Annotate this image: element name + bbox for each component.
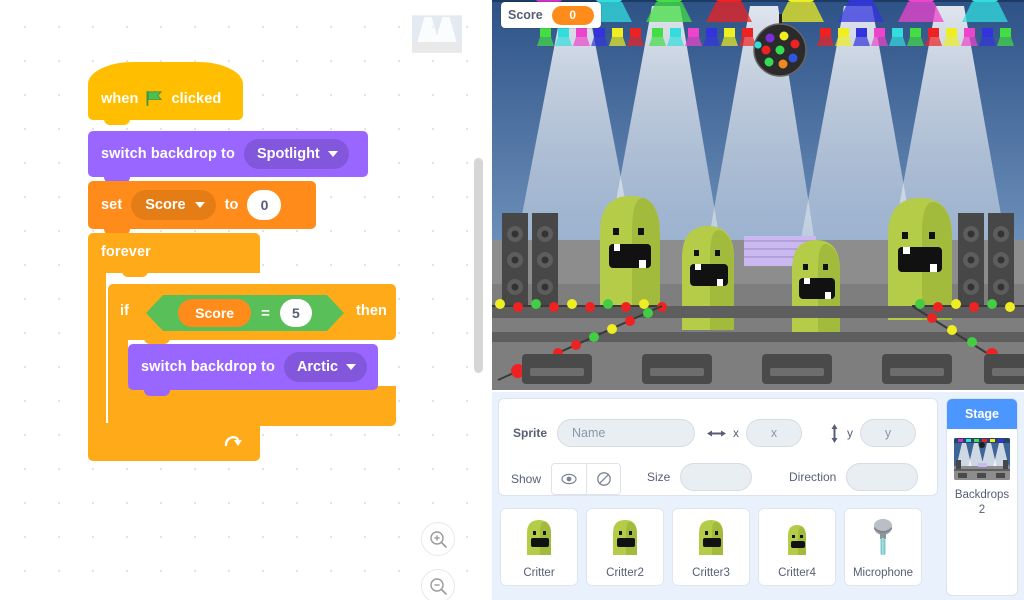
sprite-tile-name: Critter4 — [778, 567, 816, 579]
sprite-name-row: Sprite Name — [513, 419, 696, 447]
sprite-tile-critter3[interactable]: Critter3 — [672, 508, 750, 586]
scratch-editor: when clicked switch backdrop to Spotligh… — [0, 0, 1024, 600]
visibility-toggle-group[interactable] — [551, 463, 622, 495]
size-label: Size — [647, 470, 671, 484]
then-label: then — [356, 303, 388, 319]
block-switch-backdrop-spotlight[interactable]: switch backdrop to Spotlight — [88, 131, 368, 183]
critter-icon — [527, 520, 551, 555]
equals-sign-label: = — [261, 304, 270, 322]
critter-icon — [788, 525, 806, 555]
zoom-out-icon — [429, 577, 447, 595]
sprite-size-input[interactable] — [680, 463, 753, 491]
green-flag-icon — [146, 90, 163, 107]
sprite-tile-critter[interactable]: Critter — [500, 508, 578, 586]
chevron-down-icon — [194, 202, 205, 208]
backdrop-thumb-art — [412, 15, 462, 53]
forever-left-arm — [88, 271, 106, 431]
sprite-tile-critter2[interactable]: Critter2 — [586, 508, 664, 586]
sprite-direction-input[interactable] — [846, 463, 919, 491]
set-label: set — [101, 197, 123, 213]
sprite-direction-row: Direction — [789, 463, 919, 491]
sprite-tile-name: Microphone — [852, 567, 914, 579]
show-sprite-button[interactable] — [552, 464, 587, 494]
operator-right-input[interactable]: 5 — [279, 299, 312, 327]
stage[interactable]: Score 0 — [492, 0, 1024, 390]
sprite-tile-critter4[interactable]: Critter4 — [758, 508, 836, 586]
sprite-x-row: x x — [707, 419, 802, 447]
set-value-input[interactable]: 0 — [247, 190, 282, 220]
loop-arrow-icon — [224, 436, 242, 447]
dragged-backdrop-thumbnail — [412, 13, 462, 55]
block-when-flag-clicked[interactable]: when clicked — [88, 62, 243, 125]
y-label: y — [847, 426, 853, 440]
if-left-arm — [108, 338, 128, 390]
sprite-name-input[interactable]: Name — [557, 419, 696, 447]
chevron-down-icon — [327, 151, 338, 157]
variable-dropdown-score[interactable]: Score — [131, 190, 216, 220]
sprite-selector[interactable]: Critter Critter2 Critter3 Critter4 Micro… — [498, 504, 938, 596]
critter-sprite-3 — [792, 240, 840, 340]
sprite-info-panel: Sprite Name x x y y Show Size Direction — [498, 398, 938, 496]
zoom-in-icon — [429, 530, 447, 548]
code-workspace[interactable]: when clicked switch backdrop to Spotligh… — [0, 0, 490, 600]
x-label: x — [733, 426, 739, 440]
block-switch-backdrop-arctic[interactable]: switch backdrop to Arctic — [128, 344, 378, 396]
workspace-vertical-scrollbar[interactable] — [474, 158, 483, 373]
if-inner-notch — [144, 338, 170, 344]
backdrop-dropdown-spotlight[interactable]: Spotlight — [243, 139, 349, 169]
arrows-horizontal-icon — [707, 430, 726, 436]
zoom-in-button[interactable] — [421, 522, 455, 556]
monitor-value: 0 — [551, 5, 594, 25]
direction-label: Direction — [789, 470, 837, 484]
backdrop-dropdown-value-2: Arctic — [296, 359, 339, 375]
backdrops-count: 2 — [978, 504, 986, 516]
critter-icon — [699, 520, 723, 555]
switch-backdrop-label-2: switch backdrop to — [141, 359, 275, 375]
block-equals-operator[interactable]: Score = 5 — [146, 295, 344, 331]
eye-icon — [561, 473, 577, 485]
block-notch — [104, 118, 130, 125]
forever-inner-notch — [122, 271, 148, 277]
sprite-show-row: Show — [511, 463, 622, 495]
sprite-tile-microphone[interactable]: Microphone — [844, 508, 922, 586]
sprite-pane: Sprite Name x x y y Show Size Direction … — [492, 392, 1024, 600]
hat-block-content: when clicked — [101, 90, 221, 107]
stage-backdrop-art — [492, 0, 1024, 390]
switch-backdrop-label: switch backdrop to — [101, 146, 235, 162]
clicked-label: clicked — [171, 90, 222, 107]
block-set-variable-score[interactable]: set Score to 0 — [88, 181, 316, 235]
show-label: Show — [511, 472, 542, 486]
stage-backdrop-thumbnail — [954, 438, 1010, 480]
stage-selector[interactable]: Stage Backdrops 2 — [946, 398, 1018, 596]
sprite-size-row: Size — [647, 463, 753, 491]
sprite-tile-name: Critter3 — [692, 567, 730, 579]
sprite-y-row: y y — [829, 419, 916, 447]
sprite-x-input[interactable]: x — [746, 419, 802, 447]
backdrop-dropdown-arctic[interactable]: Arctic — [283, 352, 368, 382]
sprite-tile-name: Critter2 — [606, 567, 644, 579]
variable-dropdown-value: Score — [145, 197, 186, 213]
hide-sprite-button[interactable] — [586, 464, 621, 494]
sprite-label: Sprite — [513, 426, 548, 440]
backdrop-dropdown-value: Spotlight — [256, 146, 320, 162]
sprite-y-input[interactable]: y — [860, 419, 916, 447]
zoom-out-button[interactable] — [421, 569, 455, 600]
if-label: if — [120, 303, 130, 319]
monitor-name-label: Score — [508, 8, 543, 22]
backdrops-label: Backdrops — [954, 489, 1010, 501]
eye-crossed-icon — [596, 472, 611, 486]
microphone-icon — [874, 519, 892, 555]
arrows-vertical-icon — [831, 423, 838, 443]
sprite-tile-name: Critter — [523, 567, 555, 579]
when-label: when — [101, 90, 139, 107]
chevron-down-icon — [346, 364, 357, 370]
operator-content: Score = 5 — [146, 295, 344, 331]
forever-label: forever — [101, 244, 151, 260]
stage-selector-title: Stage — [947, 399, 1017, 429]
critter-icon — [613, 520, 637, 555]
variable-monitor-score[interactable]: Score 0 — [501, 2, 601, 28]
to-label: to — [224, 197, 239, 213]
variable-reporter-score[interactable]: Score — [178, 299, 252, 327]
